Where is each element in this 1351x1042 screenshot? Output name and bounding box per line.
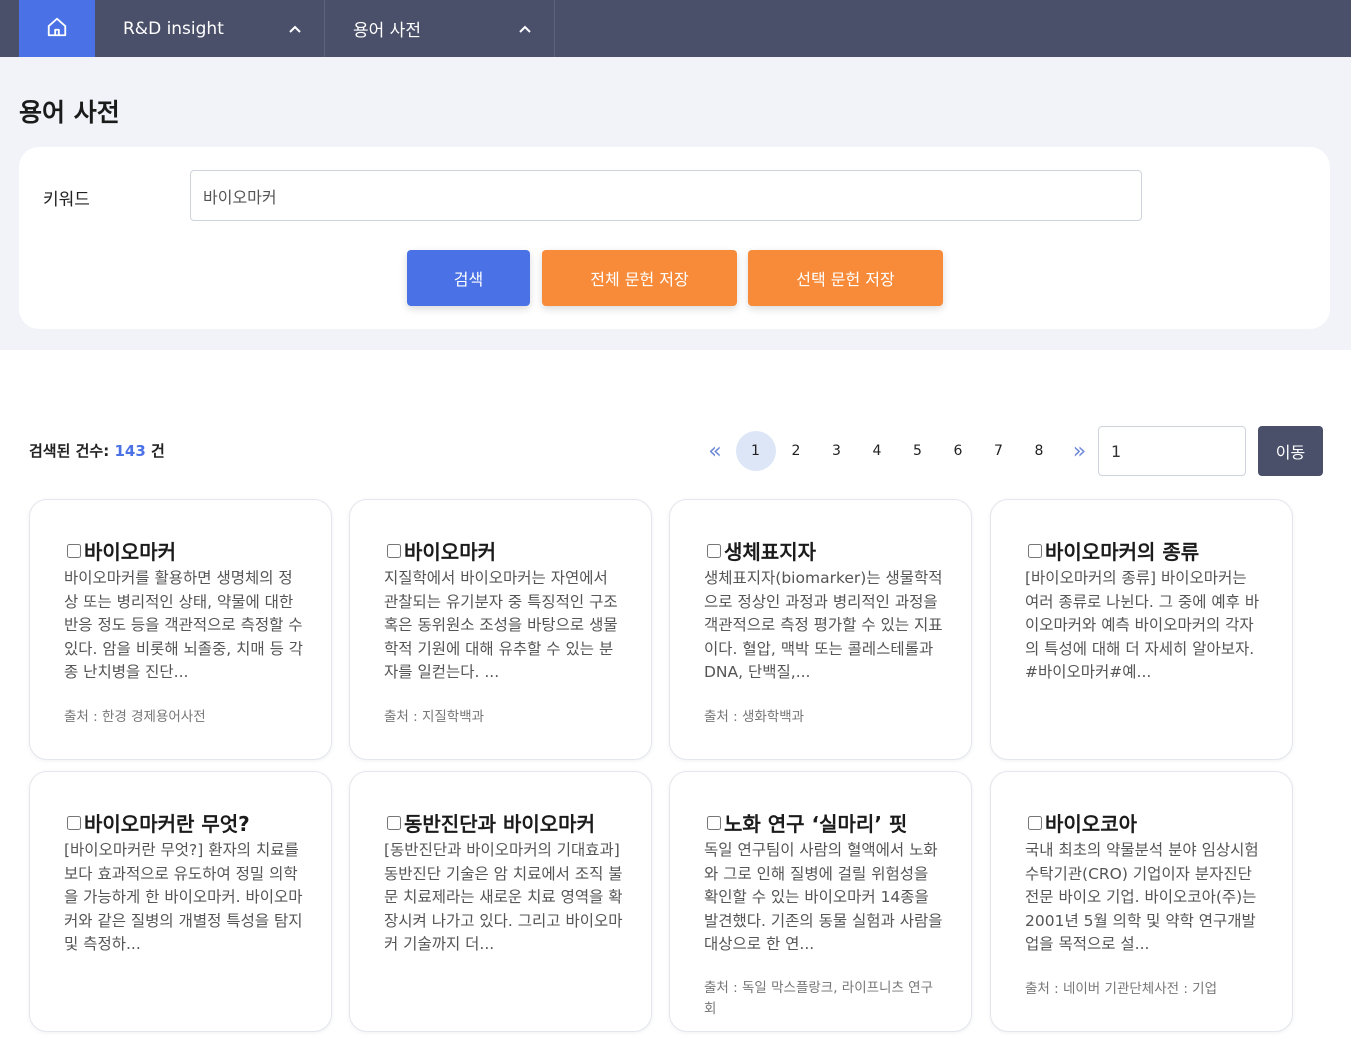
save-selected-button[interactable]: 선택 문헌 저장 (748, 250, 943, 306)
page-8[interactable]: 8 (1019, 431, 1059, 471)
card-checkbox[interactable] (387, 543, 401, 558)
result-count-value: 143 (114, 442, 146, 460)
home-icon (46, 16, 68, 42)
search-button[interactable]: 검색 (407, 250, 530, 306)
chevron-up-icon (518, 22, 532, 36)
page-4[interactable]: 4 (857, 431, 897, 471)
keyword-label: 키워드 (43, 190, 90, 210)
result-card[interactable]: 바이오마커 지질학에서 바이오마커는 자연에서 관찰되는 유기분자 중 특징적인… (349, 499, 652, 760)
card-checkbox[interactable] (1028, 815, 1042, 830)
result-count-unit: 건 (151, 442, 165, 460)
card-checkbox[interactable] (67, 543, 81, 558)
card-title: 바이오마커 (84, 540, 176, 564)
result-count: 검색된 건수: 143 건 (29, 440, 165, 461)
result-card[interactable]: 생체표지자 생체표지자(biomarker)는 생물학적으로 정상인 과정과 병… (669, 499, 972, 760)
search-section: 용어 사전 키워드 검색 전체 문헌 저장 선택 문헌 저장 (0, 57, 1351, 350)
card-body: 생체표지자(biomarker)는 생물학적으로 정상인 과정과 병리적인 과정… (704, 569, 943, 681)
result-card[interactable]: 바이오코아 국내 최초의 약물분석 분야 임상시험수탁기관(CRO) 기업이자 … (990, 771, 1293, 1032)
chevron-up-icon (288, 22, 302, 36)
card-body: [바이오마커란 무엇?] 환자의 치료를 보다 효과적으로 유도하여 정밀 의학… (64, 841, 303, 953)
card-title: 생체표지자 (724, 540, 816, 564)
go-button[interactable]: 이동 (1258, 426, 1323, 476)
result-count-label: 검색된 건수: (29, 442, 110, 460)
page-7[interactable]: 7 (979, 431, 1019, 471)
next-page-button[interactable]: » (1060, 431, 1100, 471)
card-title: 바이오코아 (1045, 812, 1137, 836)
page-1[interactable]: 1 (735, 431, 776, 471)
result-card[interactable]: 노화 연구 ‘실마리’ 핏 독일 연구팀이 사람의 혈액에서 노화와 그로 인해… (669, 771, 972, 1032)
top-nav: R&D insight 용어 사전 (0, 0, 1351, 57)
card-source: 출처 : 생화학백과 (704, 709, 805, 725)
card-source: 출처 : 네이버 기관단체사전 : 기업 (1025, 981, 1218, 997)
card-source: 출처 : 한경 경제용어사전 (64, 709, 206, 725)
nav-rd-insight-label: R&D insight (123, 18, 224, 39)
card-title: 바이오마커란 무엇? (84, 812, 250, 836)
search-panel: 키워드 검색 전체 문헌 저장 선택 문헌 저장 (19, 147, 1330, 329)
card-body: 국내 최초의 약물분석 분야 임상시험수탁기관(CRO) 기업이자 분자진단 전… (1025, 841, 1259, 953)
card-title: 동반진단과 바이오마커 (404, 812, 595, 836)
home-button[interactable] (19, 0, 95, 57)
keyword-input[interactable] (190, 170, 1142, 221)
result-card[interactable]: 바이오마커 바이오마커를 활용하면 생명체의 정상 또는 병리적인 상태, 약물… (29, 499, 332, 760)
nav-rd-insight[interactable]: R&D insight (95, 0, 325, 57)
nav-glossary-label: 용어 사전 (353, 21, 421, 41)
card-source: 출처 : 지질학백과 (384, 709, 485, 725)
page-3[interactable]: 3 (817, 431, 857, 471)
result-card[interactable]: 바이오마커란 무엇? [바이오마커란 무엇?] 환자의 치료를 보다 효과적으로… (29, 771, 332, 1032)
card-body: 바이오마커를 활용하면 생명체의 정상 또는 병리적인 상태, 약물에 대한 반… (64, 569, 304, 681)
card-body: [바이오마커의 종류] 바이오마커는 여러 종류로 나뉜다. 그 중에 예후 바… (1025, 569, 1260, 681)
nav-glossary[interactable]: 용어 사전 (325, 0, 555, 57)
page-title: 용어 사전 (19, 98, 120, 127)
save-all-button[interactable]: 전체 문헌 저장 (542, 250, 737, 306)
card-body: 독일 연구팀이 사람의 혈액에서 노화와 그로 인해 질병에 걸릴 위험성을 확… (704, 841, 943, 953)
card-title: 노화 연구 ‘실마리’ 핏 (724, 812, 908, 836)
card-checkbox[interactable] (707, 543, 721, 558)
card-checkbox[interactable] (707, 815, 721, 830)
page-2[interactable]: 2 (776, 431, 816, 471)
prev-page-button[interactable]: « (695, 431, 735, 471)
card-checkbox[interactable] (387, 815, 401, 830)
card-body: [동반진단과 바이오마커의 기대효과] 동반진단 기술은 암 치료에서 조직 불… (384, 841, 623, 953)
card-source: 출처 : 독일 막스플랑크, 라이프니츠 연구회 (704, 980, 934, 1017)
card-body: 지질학에서 바이오마커는 자연에서 관찰되는 유기분자 중 특징적인 구조 혹은… (384, 569, 618, 681)
card-checkbox[interactable] (67, 815, 81, 830)
result-card[interactable]: 바이오마커의 종류 [바이오마커의 종류] 바이오마커는 여러 종류로 나뉜다.… (990, 499, 1293, 760)
page-jump-input[interactable] (1098, 426, 1246, 476)
card-checkbox[interactable] (1028, 543, 1042, 558)
card-title: 바이오마커 (404, 540, 496, 564)
pagination: « 1 2 3 4 5 6 7 8 » (695, 431, 1100, 471)
page-5[interactable]: 5 (898, 431, 938, 471)
page-6[interactable]: 6 (938, 431, 978, 471)
result-card[interactable]: 동반진단과 바이오마커 [동반진단과 바이오마커의 기대효과] 동반진단 기술은… (349, 771, 652, 1032)
card-title: 바이오마커의 종류 (1045, 540, 1200, 564)
